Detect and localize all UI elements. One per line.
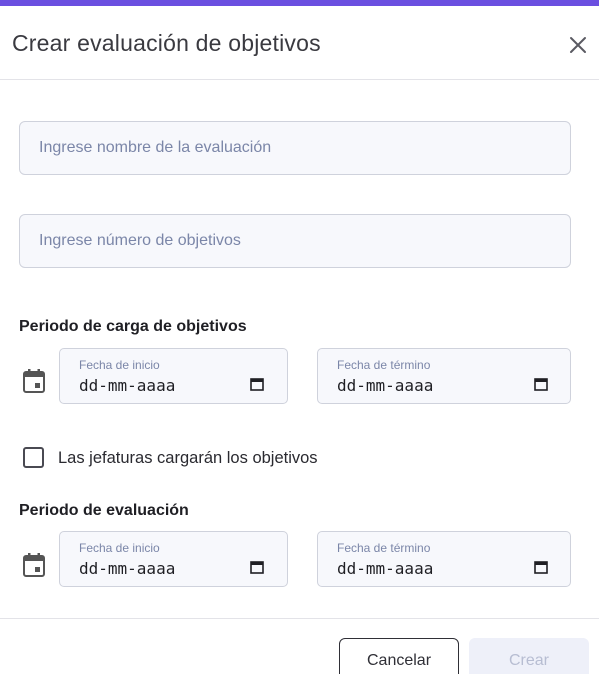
load-end-date-label: Fecha de término: [337, 358, 431, 372]
evaluation-period-title: Periodo de evaluación: [19, 502, 189, 519]
load-start-date-field[interactable]: Fecha de inicio dd-mm-aaaa: [59, 348, 288, 404]
evaluation-end-date-label: Fecha de término: [337, 541, 431, 555]
date-picker-icon[interactable]: [534, 377, 548, 391]
close-button[interactable]: [566, 33, 590, 57]
evaluation-name-input[interactable]: [20, 122, 570, 174]
date-picker-icon[interactable]: [250, 560, 264, 574]
objectives-count-input[interactable]: [20, 215, 570, 267]
dialog-header: Crear evaluación de objetivos: [0, 6, 599, 80]
managers-checkbox[interactable]: [23, 447, 44, 468]
evaluation-start-date-field[interactable]: Fecha de inicio dd-mm-aaaa: [59, 531, 288, 587]
objectives-count-field[interactable]: [19, 214, 571, 268]
calendar-icon: [23, 553, 45, 577]
dialog-title: Crear evaluación de objetivos: [12, 30, 321, 56]
create-button[interactable]: Crear: [469, 638, 589, 674]
load-end-date-field[interactable]: Fecha de término dd-mm-aaaa: [317, 348, 571, 404]
load-start-date-label: Fecha de inicio: [79, 358, 160, 372]
footer-divider: [0, 618, 599, 619]
close-icon: [570, 37, 586, 53]
evaluation-end-date-value[interactable]: dd-mm-aaaa: [337, 559, 433, 578]
load-start-date-value[interactable]: dd-mm-aaaa: [79, 376, 175, 395]
calendar-icon: [23, 369, 45, 393]
evaluation-name-field[interactable]: [19, 121, 571, 175]
evaluation-end-date-field[interactable]: Fecha de término dd-mm-aaaa: [317, 531, 571, 587]
load-end-date-value[interactable]: dd-mm-aaaa: [337, 376, 433, 395]
date-picker-icon[interactable]: [250, 377, 264, 391]
cancel-button[interactable]: Cancelar: [339, 638, 459, 674]
date-picker-icon[interactable]: [534, 560, 548, 574]
evaluation-start-date-value[interactable]: dd-mm-aaaa: [79, 559, 175, 578]
managers-checkbox-label[interactable]: Las jefaturas cargarán los objetivos: [58, 449, 318, 468]
load-period-title: Periodo de carga de objetivos: [19, 318, 247, 335]
evaluation-start-date-label: Fecha de inicio: [79, 541, 160, 555]
